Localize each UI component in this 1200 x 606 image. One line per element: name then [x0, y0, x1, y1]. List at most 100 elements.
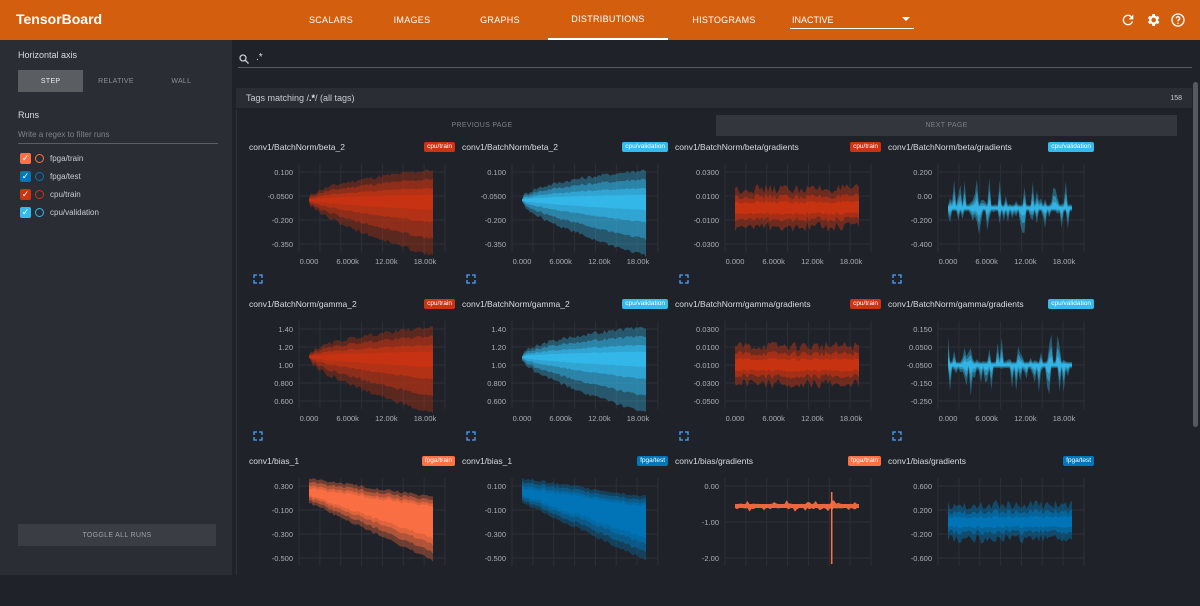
y-tick-label: -0.400	[911, 240, 932, 249]
distribution-chart[interactable]: 0.100 -0.0500 -0.200 -0.350 0.000 6.000k 12.00…	[247, 156, 453, 274]
cards-panel: PREVIOUS PAGE NEXT PAGE conv1/BatchNorm/…	[236, 110, 1192, 575]
distribution-chart[interactable]: 0.300 -0.100 -0.300 -0.500	[247, 470, 453, 588]
y-tick-label: -0.600	[911, 554, 932, 563]
axis-relative-button[interactable]: RELATIVE	[83, 70, 148, 92]
gear-icon[interactable]	[1145, 12, 1161, 28]
y-tick-label: 0.600	[487, 397, 506, 406]
x-tick-label: 6.000k	[762, 257, 785, 266]
inactive-dashboards-select[interactable]: INACTIVE	[790, 11, 914, 29]
y-tick-label: -0.250	[911, 397, 932, 406]
run-item[interactable]: ✓ fpga/test	[20, 169, 81, 183]
tab-scalars[interactable]: SCALARS	[290, 0, 372, 40]
y-tick-label: 0.100	[487, 482, 506, 491]
y-tick-label: -1.00	[702, 518, 719, 527]
distribution-chart[interactable]: 0.100 -0.100 -0.300 -0.500	[460, 470, 666, 588]
tag-count: 158	[1170, 94, 1182, 102]
run-checkbox[interactable]: ✓	[20, 188, 31, 200]
run-item[interactable]: ✓ cpu/validation	[20, 205, 99, 219]
run-label: cpu/validation	[50, 207, 99, 217]
x-tick-label: 6.000k	[336, 414, 359, 423]
card-title: conv1/BatchNorm/beta_2	[249, 142, 345, 152]
expand-icon[interactable]	[253, 274, 263, 284]
distribution-card: conv1/BatchNorm/beta/gradients cpu/train 0…	[673, 142, 883, 292]
y-tick-label: 0.600	[274, 397, 293, 406]
y-tick-label: -0.0300	[694, 240, 719, 249]
expand-icon[interactable]	[466, 431, 476, 441]
y-tick-label: -0.500	[272, 554, 293, 563]
tag-search-input[interactable]: .*	[238, 52, 1192, 68]
y-tick-label: -0.0300	[694, 379, 719, 388]
expand-icon[interactable]	[892, 431, 902, 441]
distribution-chart[interactable]: 0.150 0.0500 -0.0500 -0.150 -0.250 0.000 6.000…	[886, 313, 1092, 431]
run-badge: cpu/validation	[622, 299, 668, 309]
search-value: .*	[256, 52, 263, 63]
expand-icon[interactable]	[679, 431, 689, 441]
next-page-button[interactable]: NEXT PAGE	[716, 115, 1177, 136]
x-tick-label: 12.00k	[1014, 414, 1037, 423]
x-tick-label: 12.00k	[801, 257, 824, 266]
runs-title: Runs	[18, 110, 40, 120]
x-tick-label: 12.00k	[588, 414, 611, 423]
previous-page-button[interactable]: PREVIOUS PAGE	[247, 115, 717, 136]
tag-group-header[interactable]: Tags matching / .* / (all tags) 158	[236, 88, 1192, 108]
distribution-chart[interactable]: 0.100 -0.0500 -0.200 -0.350 0.000 6.000k 12.00…	[460, 156, 666, 274]
run-checkbox[interactable]: ✓	[20, 152, 31, 164]
y-tick-label: -0.300	[272, 530, 293, 539]
inactive-select-value: INACTIVE	[792, 14, 834, 25]
sidebar: Horizontal axis STEP RELATIVE WALL Runs …	[0, 40, 232, 575]
run-checkbox[interactable]: ✓	[20, 170, 31, 182]
distribution-chart[interactable]: 0.00 -1.00 -2.00	[673, 470, 879, 588]
x-tick-label: 0.000	[300, 414, 319, 423]
y-tick-label: -0.0500	[907, 361, 932, 370]
tab-images[interactable]: IMAGES	[372, 0, 452, 40]
y-tick-label: -0.0100	[694, 361, 719, 370]
tab-graphs[interactable]: GRAPHS	[452, 0, 548, 40]
distribution-chart[interactable]: 1.40 1.20 1.00 0.800 0.600 0.000 6.000k 12.00k 1…	[247, 313, 453, 431]
distribution-card: conv1/bias_1 fpga/test 0.100 -0.100 -0.300 -0…	[460, 456, 670, 606]
run-badge: cpu/validation	[1048, 142, 1094, 152]
y-tick-label: -0.350	[485, 240, 506, 249]
expand-icon[interactable]	[253, 431, 263, 441]
run-badge: cpu/train	[424, 299, 455, 309]
run-color-icon	[35, 171, 44, 181]
expand-icon[interactable]	[892, 274, 902, 284]
distribution-chart[interactable]: 1.40 1.20 1.00 0.800 0.600 0.000 6.000k 12.00k 1…	[460, 313, 666, 431]
y-tick-label: 0.0300	[696, 325, 719, 334]
run-label: fpga/train	[50, 153, 84, 163]
y-tick-label: -0.300	[485, 530, 506, 539]
card-title: conv1/bias_1	[249, 456, 300, 466]
y-tick-label: 1.00	[491, 361, 506, 370]
scrollbar[interactable]	[1193, 82, 1198, 427]
axis-wall-button[interactable]: WALL	[149, 70, 214, 92]
y-tick-label: 0.0100	[696, 192, 719, 201]
y-tick-label: -0.200	[911, 216, 932, 225]
run-color-icon	[35, 153, 44, 163]
expand-icon[interactable]	[679, 274, 689, 284]
x-tick-label: 0.000	[513, 257, 532, 266]
distribution-chart[interactable]: 0.0300 0.0100 -0.0100 -0.0300 -0.0500 0.000 6.…	[673, 313, 879, 431]
distribution-chart[interactable]: 0.0300 0.0100 -0.0100 -0.0300 0.000 6.000k 12.…	[673, 156, 879, 274]
run-color-icon	[35, 207, 44, 217]
run-label: cpu/train	[50, 189, 81, 199]
x-tick-label: 6.000k	[975, 257, 998, 266]
expand-icon[interactable]	[466, 274, 476, 284]
help-icon[interactable]	[1170, 12, 1186, 28]
run-badge: fpga/train	[847, 456, 881, 466]
distribution-card: conv1/BatchNorm/gamma/gradients cpu/valid…	[886, 299, 1096, 449]
toggle-all-runs-button[interactable]: TOGGLE ALL RUNS	[18, 524, 216, 546]
y-tick-label: 1.20	[491, 343, 506, 352]
distribution-chart[interactable]: 0.600 0.200 -0.200 -0.600	[886, 470, 1092, 588]
run-item[interactable]: ✓ fpga/train	[20, 151, 83, 165]
axis-step-button[interactable]: STEP	[18, 70, 84, 92]
distribution-chart[interactable]: 0.200 0.00 -0.200 -0.400 0.000 6.000k 12.00k 18…	[886, 156, 1092, 274]
run-badge: cpu/validation	[622, 142, 668, 152]
run-badge: cpu/train	[850, 299, 881, 309]
tab-histograms[interactable]: HISTOGRAMS	[668, 0, 780, 40]
runs-filter-input[interactable]: Write a regex to filter runs	[18, 130, 218, 144]
run-item[interactable]: ✓ cpu/train	[20, 187, 81, 201]
y-tick-label: 1.00	[278, 361, 293, 370]
refresh-icon[interactable]	[1120, 12, 1136, 28]
run-checkbox[interactable]: ✓	[20, 206, 31, 218]
tab-distributions[interactable]: DISTRIBUTIONS	[548, 0, 668, 40]
x-tick-label: 0.000	[513, 414, 532, 423]
